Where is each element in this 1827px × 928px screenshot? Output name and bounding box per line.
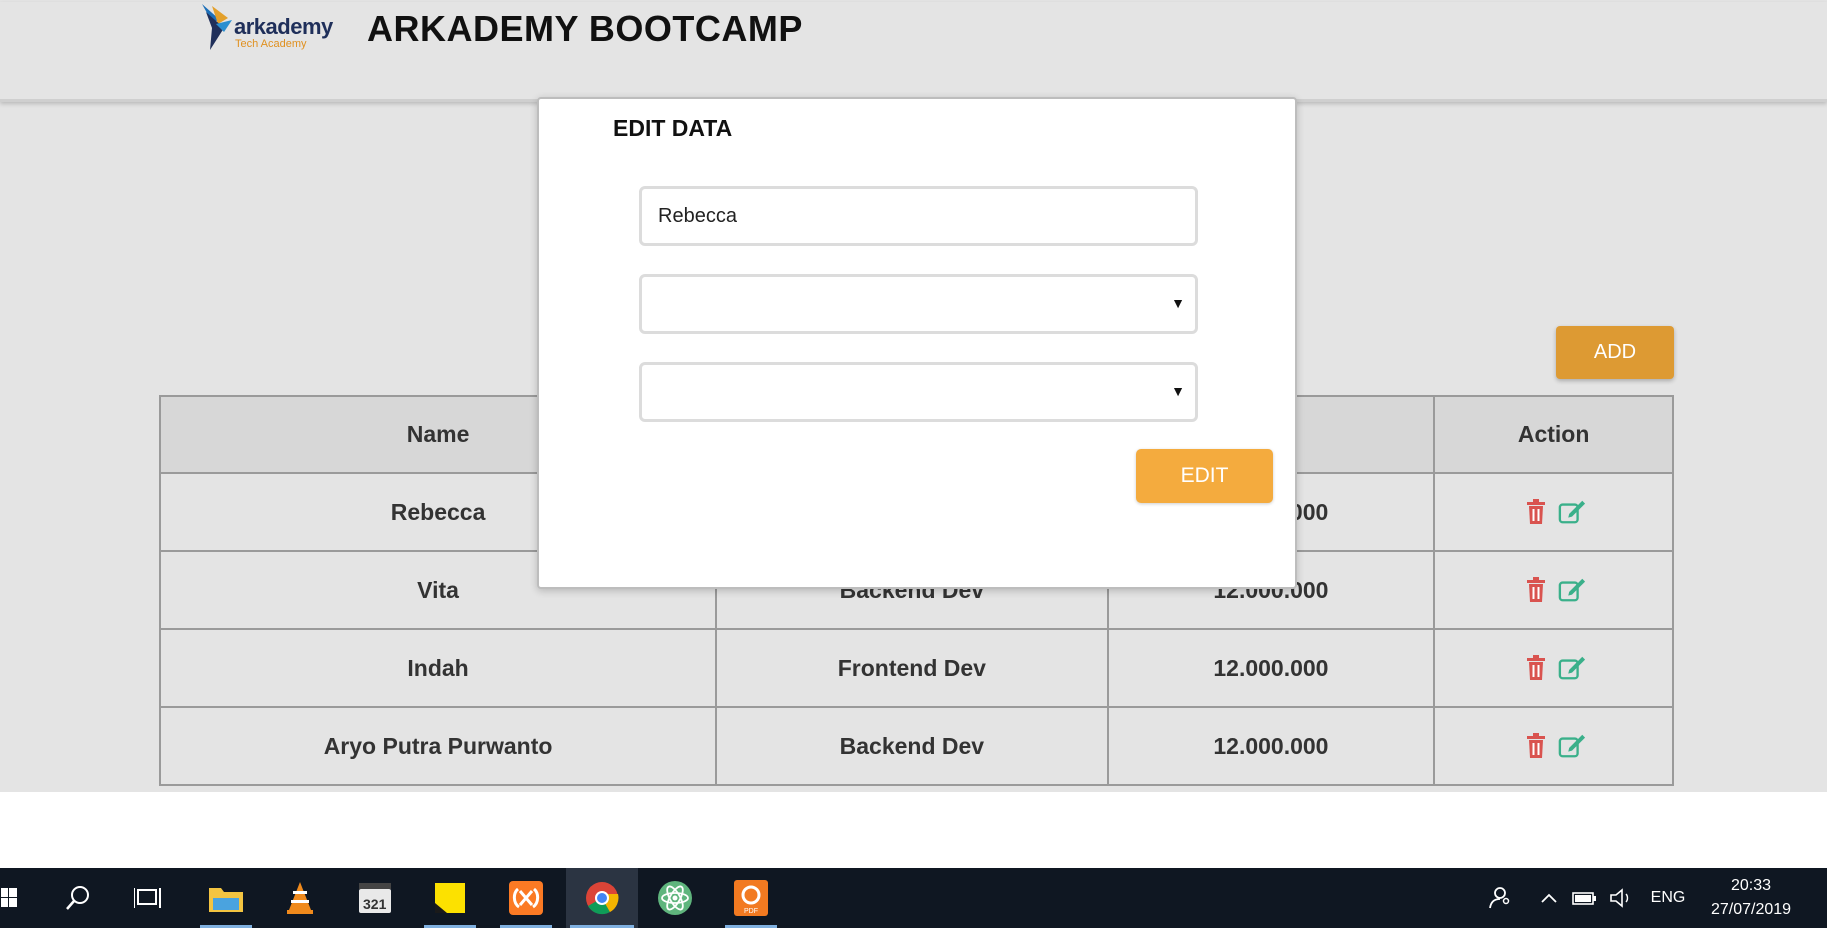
edit-icon[interactable] bbox=[1558, 732, 1586, 760]
language-indicator[interactable]: ENG bbox=[1648, 868, 1688, 928]
start-button[interactable] bbox=[0, 868, 18, 928]
cell-actions bbox=[1433, 472, 1674, 552]
cell-role: Backend Dev bbox=[715, 706, 1109, 786]
vlc-taskbar[interactable] bbox=[270, 868, 330, 928]
xampp-icon bbox=[509, 881, 543, 915]
task-view-icon bbox=[134, 888, 161, 908]
brand-logo[interactable]: arkademy Tech Academy bbox=[198, 2, 348, 52]
chevron-up-icon bbox=[1541, 893, 1557, 903]
vlc-cone-icon bbox=[287, 882, 313, 914]
edit-submit-button[interactable]: EDIT bbox=[1136, 449, 1273, 503]
taskbar-clock[interactable]: 20:33 27/07/2019 bbox=[1696, 874, 1806, 922]
sticky-note-icon bbox=[435, 883, 465, 913]
atom-taskbar[interactable] bbox=[645, 868, 705, 928]
caret-down-icon: ▼ bbox=[1171, 295, 1185, 311]
trash-icon[interactable] bbox=[1522, 654, 1550, 682]
cell-role: Frontend Dev bbox=[715, 628, 1109, 708]
logo-text: arkademy bbox=[234, 14, 333, 39]
pdf-icon: PDF bbox=[734, 880, 768, 916]
show-hidden-icons-button[interactable] bbox=[1535, 868, 1563, 928]
windows-icon bbox=[1, 888, 17, 907]
cell-salary: 12.000.000 bbox=[1106, 628, 1436, 708]
chrome-taskbar[interactable] bbox=[566, 868, 638, 928]
cell-name: Indah bbox=[158, 628, 718, 708]
cell-actions bbox=[1433, 706, 1674, 786]
file-explorer-taskbar[interactable] bbox=[196, 868, 256, 928]
logo-subtext: Tech Academy bbox=[235, 38, 307, 50]
page-background: arkademy Tech Academy ARKADEMY BOOTCAMP … bbox=[0, 0, 1827, 792]
caret-down-icon: ▼ bbox=[1171, 383, 1185, 399]
chrome-icon bbox=[586, 882, 619, 915]
clock-date: 27/07/2019 bbox=[1710, 901, 1792, 918]
trash-icon[interactable] bbox=[1522, 498, 1550, 526]
people-icon bbox=[1489, 887, 1510, 909]
trash-icon[interactable] bbox=[1522, 576, 1550, 604]
column-header-action: Action bbox=[1433, 395, 1674, 474]
sticky-notes-taskbar[interactable] bbox=[420, 868, 480, 928]
xampp-taskbar[interactable] bbox=[496, 868, 556, 928]
cell-name: Aryo Putra Purwanto bbox=[158, 706, 718, 786]
page-title: ARKADEMY BOOTCAMP bbox=[367, 8, 803, 49]
edit-icon[interactable] bbox=[1558, 654, 1586, 682]
cell-salary: 12.000.000 bbox=[1106, 706, 1436, 786]
salary-select[interactable]: ▼ bbox=[639, 362, 1198, 422]
volume-button[interactable] bbox=[1606, 868, 1636, 928]
name-input[interactable]: Rebecca bbox=[639, 186, 1198, 246]
edit-icon[interactable] bbox=[1558, 576, 1586, 604]
pdf-app-taskbar[interactable]: PDF bbox=[721, 868, 781, 928]
navbar: arkademy Tech Academy ARKADEMY BOOTCAMP bbox=[0, 2, 1827, 102]
edit-modal: EDIT DATA Rebecca ▼ ▼ EDIT bbox=[537, 97, 1297, 589]
trash-icon[interactable] bbox=[1522, 732, 1550, 760]
role-select[interactable]: ▼ bbox=[639, 274, 1198, 334]
table-row: Indah Frontend Dev 12.000.000 bbox=[158, 628, 1674, 708]
media-player-icon: 321 bbox=[359, 883, 391, 913]
people-button[interactable] bbox=[1480, 868, 1516, 928]
modal-title: EDIT DATA bbox=[613, 115, 733, 141]
edit-icon[interactable] bbox=[1558, 498, 1586, 526]
media-player-taskbar[interactable]: 321 bbox=[345, 868, 405, 928]
search-icon bbox=[66, 886, 89, 910]
atom-icon bbox=[658, 881, 692, 915]
clock-time: 20:33 bbox=[1730, 877, 1772, 894]
battery-button[interactable] bbox=[1570, 868, 1600, 928]
cell-actions bbox=[1433, 628, 1674, 708]
taskbar: 321 PDF ENG 20:33 27/07/2019 bbox=[0, 868, 1827, 928]
table-row: Aryo Putra Purwanto Backend Dev 12.000.0… bbox=[158, 706, 1674, 786]
search-taskbar-button[interactable] bbox=[48, 868, 108, 928]
folder-icon bbox=[209, 888, 243, 912]
bird-logo-icon bbox=[202, 4, 232, 50]
svg-text:321: 321 bbox=[363, 896, 387, 912]
cell-actions bbox=[1433, 550, 1674, 630]
svg-text:PDF: PDF bbox=[744, 908, 758, 915]
name-input-value: Rebecca bbox=[658, 204, 737, 227]
add-button[interactable]: ADD bbox=[1556, 326, 1674, 379]
task-view-button[interactable] bbox=[118, 868, 178, 928]
battery-icon bbox=[1572, 892, 1596, 905]
speaker-icon bbox=[1610, 888, 1629, 908]
